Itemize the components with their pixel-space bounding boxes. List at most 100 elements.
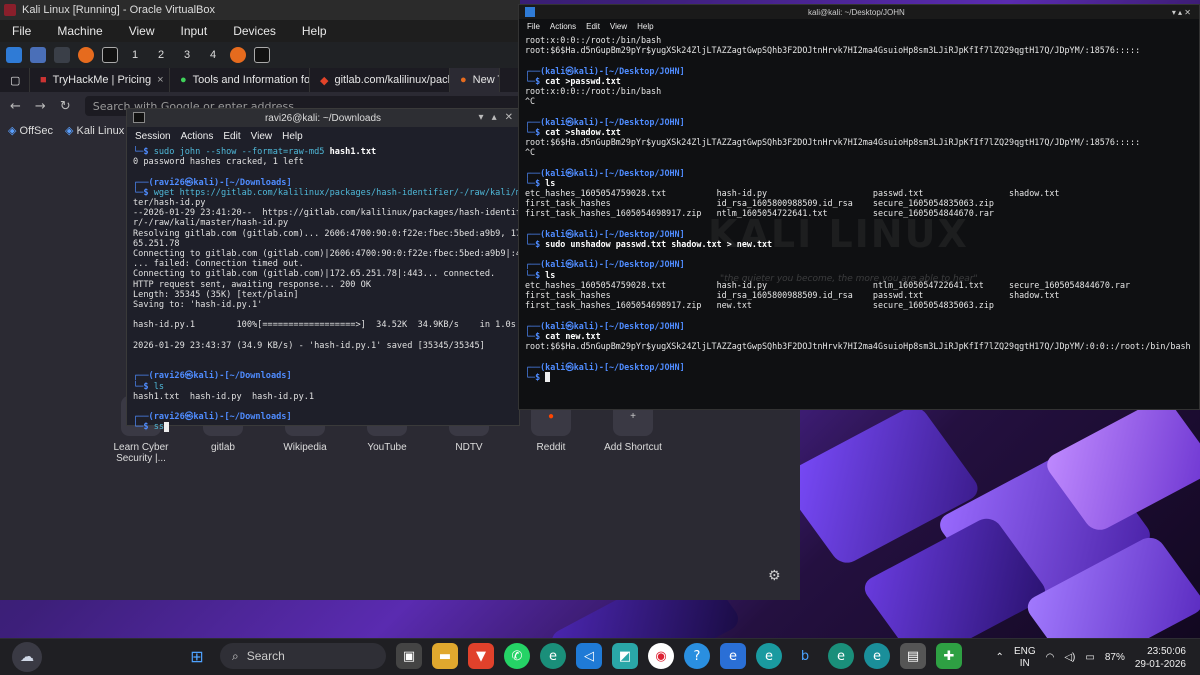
settings-gear-icon[interactable]: ⚙	[768, 568, 781, 584]
maximize-icon[interactable]: ▴	[492, 112, 497, 123]
menu-session[interactable]: Session	[135, 131, 171, 142]
weather-icon[interactable]: ☁	[12, 642, 42, 672]
menu-file[interactable]: File	[527, 22, 540, 31]
clock-time: 23:50:06	[1147, 645, 1186, 657]
lang-label: ENG	[1013, 645, 1036, 657]
workspace-2[interactable]: 2	[152, 49, 170, 61]
menu-edit[interactable]: Edit	[586, 22, 600, 31]
menu-machine[interactable]: Machine	[57, 24, 102, 38]
line-text: 2026-01-29 23:43:37 (34.9 KB/s) - 'hash-…	[133, 340, 485, 351]
language-indicator[interactable]: ENG IN	[1014, 646, 1036, 670]
vscode-icon[interactable]: ◁	[576, 643, 602, 669]
close-icon[interactable]: ✕	[505, 112, 513, 123]
task-view-icon[interactable]: ▣	[396, 643, 422, 669]
menu-actions[interactable]: Actions	[181, 131, 214, 142]
edge-beta-icon[interactable]: e	[720, 643, 746, 669]
forward-icon[interactable]: →	[35, 99, 46, 114]
chevron-up-icon[interactable]: ⌃	[996, 652, 1004, 663]
bing-icon[interactable]: b	[792, 643, 818, 669]
terminal-line: └─$ cat new.txt	[525, 331, 1193, 341]
menu-view[interactable]: View	[610, 22, 627, 31]
terminal-task-icon[interactable]	[254, 47, 270, 63]
terminal-line: root:$6$Ha.d5nGupBm29pYr$yugXSk24ZljLTAZ…	[525, 45, 1193, 55]
terminal-line: ┌──(kali㉿kali)-[~/Desktop/JOHN]	[525, 259, 1193, 269]
menu-devices[interactable]: Devices	[233, 24, 276, 38]
workspace-3[interactable]: 3	[178, 49, 196, 61]
app-grid-icon[interactable]: ✚	[936, 643, 962, 669]
line-text: └─$	[133, 187, 154, 198]
edge-app-icon[interactable]: e	[864, 643, 890, 669]
line-text: Saving to: 'hash-id.py.1'	[133, 300, 263, 311]
kali-top-panel: 1 2 3 4	[0, 42, 520, 68]
help-icon[interactable]: ?	[684, 643, 710, 669]
command-text: wget https://gitlab.com/kalilinux/packag…	[153, 187, 519, 198]
menu-file[interactable]: File	[12, 24, 31, 38]
tab-new[interactable]: ● New T	[450, 68, 500, 92]
line-text: └─$	[525, 75, 546, 86]
system-tray: ⌃ ENG IN ◠ ◁) ▭ 87% 23:50:06 29-01-2026	[996, 639, 1200, 675]
file-manager-icon[interactable]	[54, 47, 70, 63]
show-desktop-icon[interactable]	[30, 47, 46, 63]
whatsapp-icon[interactable]: ✆	[504, 643, 530, 669]
line-text: first_task_hashes_1605054698917.zip new.…	[525, 300, 994, 311]
terminal-output[interactable]: └─$ sudo john --show --format=raw-md5 ha…	[127, 145, 519, 435]
john-terminal-window: kali@kali: ~/Desktop/JOHN ▾ ▴ ✕ File Act…	[518, 4, 1200, 410]
line-text: └─$	[525, 330, 546, 341]
start-icon[interactable]: ⊞	[184, 643, 210, 669]
shortcut-label: gitlab	[211, 442, 235, 453]
menu-actions[interactable]: Actions	[550, 22, 576, 31]
bookmark-offsec[interactable]: ◈ OffSec	[8, 124, 53, 137]
bookmark-kali[interactable]: ◈ Kali Linux	[65, 124, 124, 137]
file-explorer-icon[interactable]: ▬	[432, 643, 458, 669]
shortcut-label: YouTube	[367, 442, 407, 453]
line-text: HTTP request sent, awaiting response... …	[133, 279, 371, 290]
menu-help[interactable]: Help	[302, 24, 327, 38]
firefox-icon[interactable]	[78, 47, 94, 63]
chrome-icon[interactable]: ◉	[648, 643, 674, 669]
tab-tryhackme[interactable]: ■ TryHackMe | Pricing ×	[30, 68, 170, 92]
edge-dev-icon[interactable]: e	[756, 643, 782, 669]
menu-edit[interactable]: Edit	[223, 131, 240, 142]
kali-menu-icon[interactable]	[525, 7, 535, 17]
edge-canary-icon[interactable]: e	[828, 643, 854, 669]
menu-input[interactable]: Input	[181, 24, 208, 38]
menu-view[interactable]: View	[129, 24, 155, 38]
tab-tools[interactable]: ● Tools and Information for ×	[170, 68, 310, 92]
search-label: Search	[246, 649, 285, 663]
window-controls[interactable]: ▾ ▴ ✕	[1172, 8, 1191, 17]
terminal-icon[interactable]	[102, 47, 118, 63]
workspace-1[interactable]: 1	[126, 49, 144, 61]
tabs-icon: ▢	[10, 74, 21, 87]
edge-icon[interactable]: e	[540, 643, 566, 669]
terminal-line: first_task_hashes_1605054698917.zip new.…	[525, 300, 1193, 310]
back-icon[interactable]: ←	[10, 99, 21, 114]
search-box[interactable]: ⌕ Search	[220, 643, 386, 669]
terminal-line: Connecting to gitlab.com (gitlab.com)|26…	[133, 249, 519, 259]
volume-icon[interactable]: ◁)	[1064, 652, 1075, 663]
workspace-4[interactable]: 4	[204, 49, 222, 61]
firefox-task-icon[interactable]	[230, 47, 246, 63]
wifi-icon[interactable]: ◠	[1046, 652, 1055, 663]
tab-gitlab[interactable]: ◆ gitlab.com/kalilinux/pack ×	[310, 68, 450, 92]
virtualbox-title: Kali Linux [Running] - Oracle VirtualBox	[22, 4, 216, 16]
reload-icon[interactable]: ↻	[60, 99, 71, 114]
brave-icon[interactable]: ▼	[468, 643, 494, 669]
battery-icon[interactable]: ▭	[1085, 652, 1094, 663]
tab-overview[interactable]: ▢	[0, 68, 30, 92]
menu-help[interactable]: Help	[282, 131, 303, 142]
menu-help[interactable]: Help	[637, 22, 653, 31]
kali-menu-icon[interactable]	[6, 47, 22, 63]
terminal-line: hash-id.py.1 100%[==================>] 3…	[133, 320, 516, 330]
terminal-line: └─$ cat >shadow.txt	[525, 127, 1193, 137]
terminal-icon	[133, 112, 145, 123]
store-icon[interactable]: ◩	[612, 643, 638, 669]
menu-view[interactable]: View	[251, 131, 273, 142]
minimize-icon[interactable]: ▾	[479, 112, 484, 123]
close-tab-icon[interactable]: ×	[157, 74, 163, 86]
virtualbox-task-icon[interactable]: ▤	[900, 643, 926, 669]
terminal-line: Saving to: 'hash-id.py.1'	[133, 300, 513, 310]
command-text: sudo john --show --format=raw-md5	[153, 147, 330, 157]
clock[interactable]: 23:50:06 29-01-2026	[1135, 645, 1186, 671]
